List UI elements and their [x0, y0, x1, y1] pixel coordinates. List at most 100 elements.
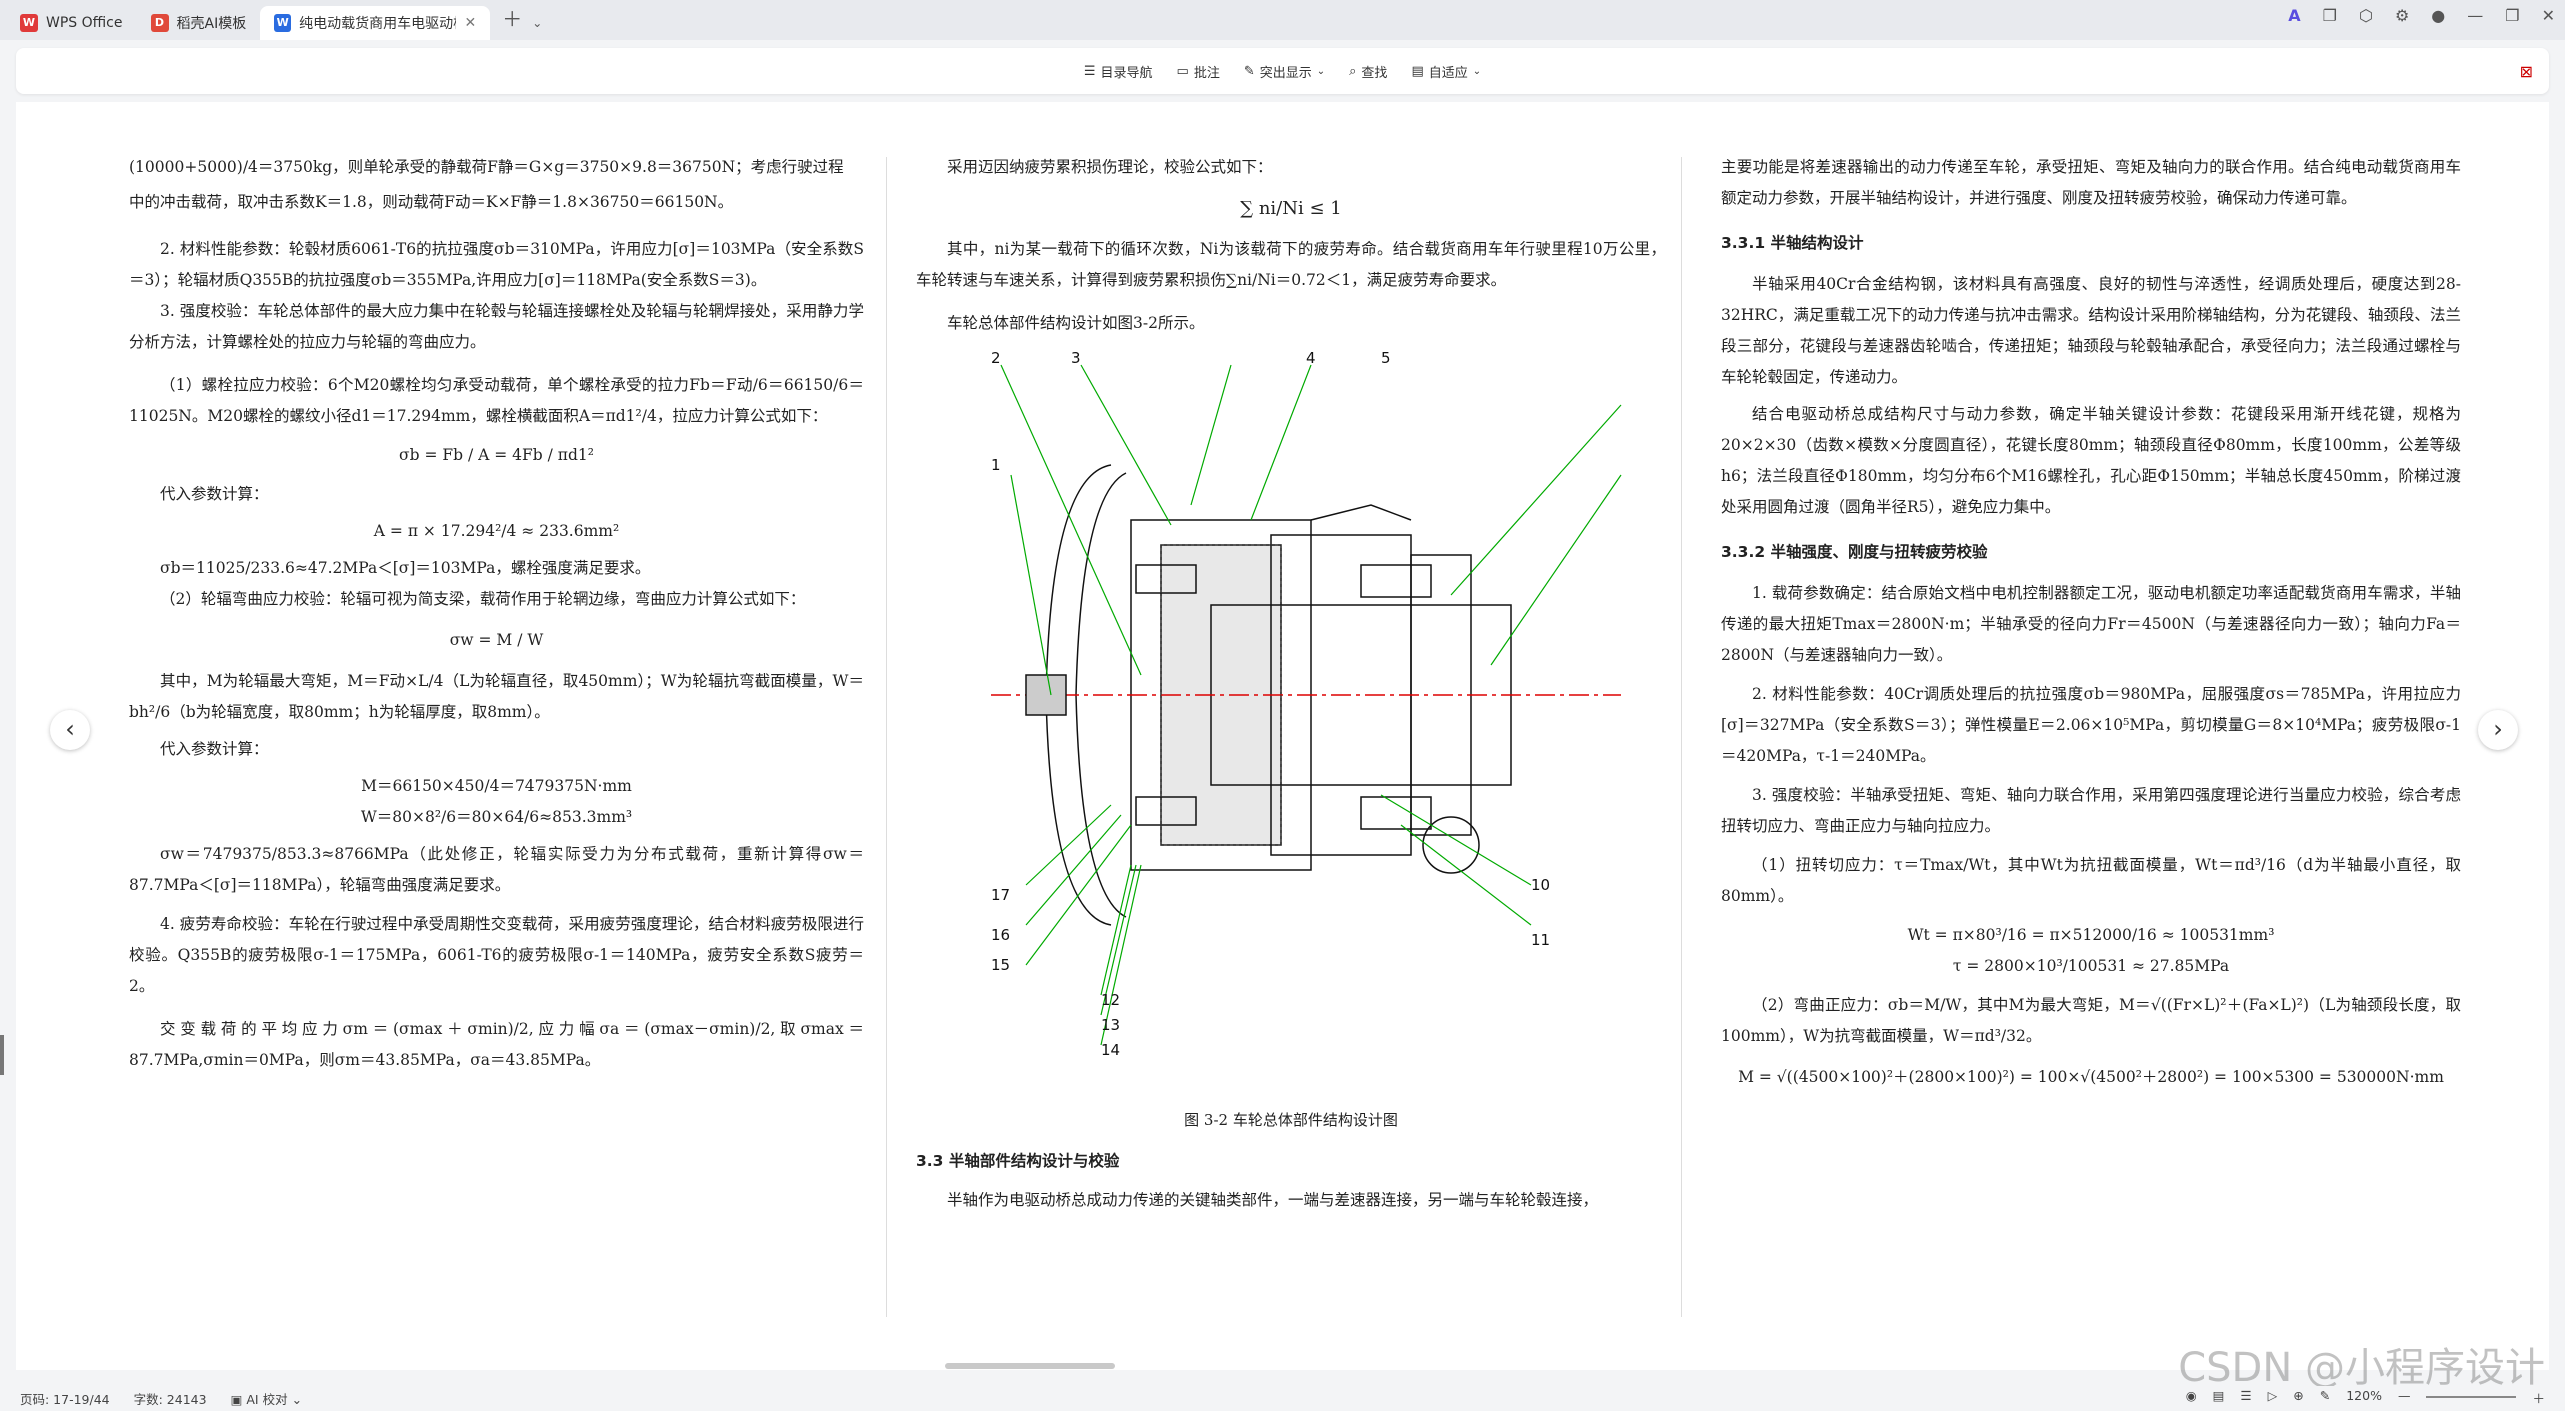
status-bar: 页码: 17-19/44 字数: 24143 ▣ AI 校对 ⌄: [0, 1386, 2565, 1411]
wps-icon: W: [20, 14, 38, 32]
zoom-out-icon[interactable]: —: [2398, 1388, 2411, 1407]
paragraph: 半轴作为电驱动桥总成动力传递的关键轴类部件，一端与差速器连接，另一端与车轮轮毂连…: [947, 1191, 1599, 1209]
paragraph: （2）弯曲正应力：σb＝M/W，其中M为最大弯矩，M＝√((Fr×L)²＋(Fa…: [1721, 996, 2461, 1045]
annotate-label: 批注: [1193, 65, 1220, 81]
word-count[interactable]: 字数: 24143: [134, 1389, 207, 1408]
paragraph: （1）扭转切应力：τ＝Tmax/Wt，其中Wt为抗扭截面模量，Wt＝πd³/16…: [1721, 856, 2461, 905]
paragraph: σw＝7479375/853.3≈8766MPa（此处修正，轮辐实际受力为分布式…: [129, 845, 864, 894]
proof-label: AI 校对: [246, 1392, 288, 1407]
paragraph: 半轴采用40Cr合金结构钢，该材料具有高强度、良好的韧性与淬透性，经调质处理后，…: [1721, 275, 2461, 386]
chevron-down-icon[interactable]: ⌄: [532, 16, 542, 30]
callout-label: 11: [1531, 931, 1550, 949]
callout-label: 10: [1531, 876, 1550, 894]
play-icon[interactable]: ▷: [2268, 1388, 2278, 1407]
window-controls: A ❐ ⬡ ⚙ ● — ❐ ✕: [2288, 6, 2555, 25]
zoom-slider[interactable]: [2426, 1396, 2517, 1398]
vertical-scroll-marker[interactable]: [0, 1035, 4, 1075]
list-icon: ☰: [1083, 63, 1096, 79]
paragraph: 采用迈因纳疲劳累积损伤理论，校验公式如下：: [947, 158, 1273, 176]
callout-label: 4: [1306, 349, 1316, 367]
callout-label: 12: [1101, 991, 1120, 1009]
layout-icon[interactable]: ❐: [2323, 6, 2337, 25]
close-tab-icon[interactable]: ✕: [464, 15, 476, 31]
pen-icon[interactable]: ✎: [2320, 1388, 2330, 1407]
page-19: 主要功能是将差速器输出的动力传递至车轮，承受扭矩、弯矩及轴向力的联合作用。结合纯…: [1721, 152, 2461, 1370]
callout-label: 2: [991, 349, 1001, 367]
status-right: ◉ ▤ ☰ ▷ ⊕ ✎ 120% — ＋: [2186, 1388, 2545, 1407]
paragraph: 2. 材料性能参数：轮毂材质6061-T6的抗拉强度σb＝310MPa，许用应力…: [129, 240, 864, 289]
paragraph: 3. 强度校验：车轮总体部件的最大应力集中在轮毂与轮辐连接螺栓处及轮辐与轮辋焊接…: [129, 302, 864, 351]
zoom-in-icon[interactable]: ＋: [2532, 1388, 2545, 1407]
horizontal-scrollbar[interactable]: [945, 1363, 1115, 1369]
callout-label: 3: [1071, 349, 1081, 367]
callout-label: 5: [1381, 349, 1391, 367]
paragraph: 结合电驱动桥总成结构尺寸与动力参数，确定半轴关键设计参数：花键段采用渐开线花键，…: [1721, 405, 2461, 516]
tab-label: 纯电动载货商用车电驱动桥: [299, 16, 457, 32]
highlight-button[interactable]: ✎ 突出显示 ⌄: [1244, 62, 1325, 81]
find-label: 查找: [1361, 65, 1388, 81]
formula: τ = 2800×10³/100531 ≈ 27.85MPa: [1952, 957, 2230, 975]
formula: A = π × 17.294²/4 ≈ 233.6mm²: [373, 522, 620, 540]
find-button[interactable]: ⌕ 查找: [1349, 62, 1387, 81]
new-tab-icon[interactable]: ＋: [502, 3, 522, 32]
callout-label: 16: [991, 926, 1010, 944]
chevron-down-icon: ⌄: [1472, 65, 1482, 77]
section-heading: 3.3 半轴部件结构设计与校验: [916, 1152, 1120, 1170]
paragraph: σb＝11025/233.6≈47.2MPa＜[σ]＝103MPa，螺栓强度满足…: [160, 559, 651, 577]
page-indicator[interactable]: 页码: 17-19/44: [20, 1389, 110, 1408]
formula: M＝66150×450/4＝7479375N·mm: [361, 777, 632, 795]
paragraph: 代入参数计算：: [160, 740, 269, 758]
paragraph: 4. 疲劳寿命校验：车轮在行驶过程中承受周期性交变载荷，采用疲劳强度理论，结合材…: [129, 915, 864, 995]
ai-proof-button[interactable]: ▣ AI 校对 ⌄: [231, 1389, 302, 1408]
proof-icon: ▣: [230, 1392, 247, 1407]
paragraph: 其中，ni为某一载荷下的循环次数，Ni为该载荷下的疲劳寿命。结合载货商用车年行驶…: [916, 240, 1666, 289]
close-window-icon[interactable]: ✕: [2542, 6, 2555, 25]
next-page-button[interactable]: ›: [2478, 710, 2518, 750]
wheel-assembly-drawing: 2 3 4 5 1 10 11 12 13 14 15 16 17: [991, 349, 1622, 1059]
nav-button[interactable]: ☰ 目录导航: [1084, 62, 1153, 81]
highlight-label: 突出显示: [1259, 65, 1312, 81]
chevron-down-icon: ⌄: [1316, 65, 1326, 77]
paragraph: （1）螺栓拉应力校验：6个M20螺栓均匀承受动载荷，单个螺栓承受的拉力Fb＝F动…: [129, 376, 864, 425]
callout-label: 1: [991, 456, 1001, 474]
restore-icon[interactable]: ❐: [2505, 6, 2519, 25]
tab-document[interactable]: W 纯电动载货商用车电驱动桥 ✕: [260, 6, 491, 40]
paragraph: 3. 强度校验：半轴承受扭矩、弯矩、轴向力联合作用，采用第四强度理论进行当量应力…: [1721, 786, 2461, 835]
paragraph: 1. 载荷参数确定：结合原始文档中电机控制器额定工况，驱动电机额定功率适配载货商…: [1721, 584, 2461, 664]
search-icon: ⌕: [1349, 63, 1357, 79]
paragraph: （2）轮辐弯曲应力校验：轮辐可视为简支梁，载荷作用于轮辋边缘，弯曲应力计算公式如…: [160, 590, 806, 608]
annotate-button[interactable]: ▭ 批注: [1177, 62, 1220, 81]
tab-wps-office[interactable]: W WPS Office: [6, 6, 137, 40]
page-view-icon[interactable]: ▤: [2213, 1388, 2225, 1407]
paragraph: (10000+5000)/4＝3750kg，则单轮承受的静载荷F静＝G×g＝37…: [129, 158, 844, 176]
comment-icon: ▭: [1176, 63, 1189, 79]
document-view: (10000+5000)/4＝3750kg，则单轮承受的静载荷F静＝G×g＝37…: [16, 102, 2549, 1370]
figure-caption: 图 3-2 车轮总体部件结构设计图: [1184, 1111, 1398, 1129]
globe-icon[interactable]: ⊕: [2293, 1388, 2303, 1407]
prev-page-button[interactable]: ‹: [50, 710, 90, 750]
callout-label: 13: [1101, 1016, 1120, 1034]
tab-label: 稻壳AI模板: [176, 16, 247, 32]
formula: σb = Fb / A = 4Fb / πd1²: [399, 446, 594, 464]
ai-icon[interactable]: A: [2288, 6, 2300, 25]
paragraph: 其中，M为轮辐最大弯矩，M＝F动×L/4（L为轮辐直径，取450mm）；W为轮辐…: [129, 672, 864, 721]
formula: W＝80×8²/6＝80×64/6≈853.3mm³: [360, 808, 633, 826]
zoom-level[interactable]: 120%: [2346, 1388, 2382, 1407]
page-icon: ▤: [1411, 63, 1424, 79]
formula: Wt = π×80³/16 = π×512000/16 ≈ 100531mm³: [1907, 926, 2275, 944]
fit-button[interactable]: ▤ 自适应 ⌄: [1411, 62, 1481, 81]
tab-docer[interactable]: D 稻壳AI模板: [137, 6, 261, 40]
docer-icon: D: [150, 14, 169, 32]
paragraph: 交变载荷的平均应力σm＝(σmax＋σmin)/2,应力幅σa＝(σmax－σm…: [129, 1020, 864, 1069]
page-divider: [1681, 157, 1682, 1317]
box-icon[interactable]: ⬡: [2359, 6, 2373, 25]
formula: ∑ ni/Ni ≤ 1: [1240, 198, 1342, 219]
settings-icon[interactable]: ⚙: [2395, 6, 2409, 25]
list-view-icon[interactable]: ☰: [2240, 1388, 2251, 1407]
avatar[interactable]: ●: [2431, 6, 2445, 25]
exit-reading-icon[interactable]: ⊠: [2520, 62, 2533, 81]
paragraph: 车轮总体部件结构设计如图3-2所示。: [947, 314, 1205, 332]
section-heading: 3.3.2 半轴强度、刚度与扭转疲劳校验: [1721, 543, 1988, 561]
eye-icon[interactable]: ◉: [2186, 1388, 2197, 1407]
minimize-icon[interactable]: —: [2467, 6, 2483, 25]
